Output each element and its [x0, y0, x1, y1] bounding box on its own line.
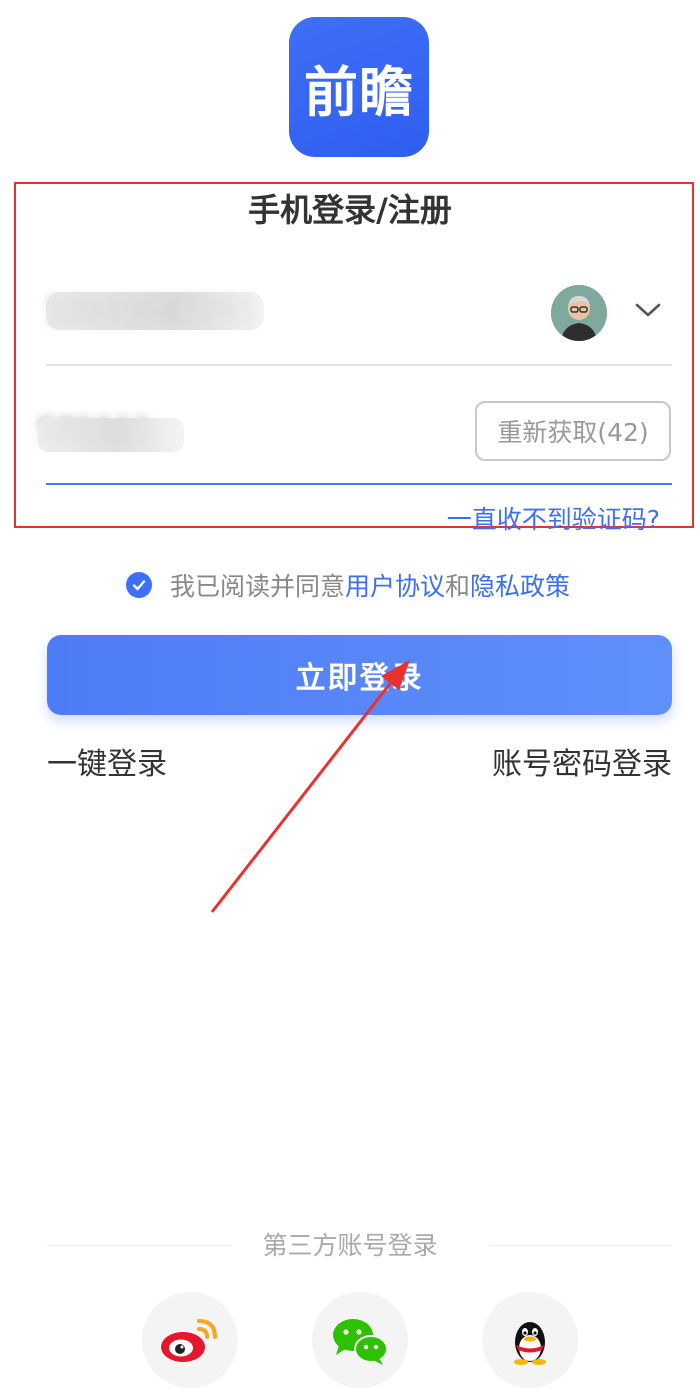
agreement-text: 我已阅读并同意 — [170, 572, 346, 601]
wechat-icon — [333, 1319, 388, 1365]
privacy-policy-link[interactable]: 隐私政策 — [470, 567, 570, 603]
agreement-checkbox[interactable] — [126, 572, 152, 598]
avatar-icon — [551, 285, 607, 341]
page-title: 手机登录/注册 — [248, 191, 452, 229]
wechat-login-button[interactable] — [312, 1292, 408, 1388]
one-click-login-link[interactable]: 一键登录 — [47, 744, 167, 786]
qq-login-button[interactable] — [482, 1292, 578, 1388]
resend-code-button[interactable]: 重新获取(42) — [475, 401, 671, 461]
no-code-link[interactable]: 一直收不到验证码? — [420, 503, 660, 537]
phone-blur-mask — [46, 292, 264, 330]
agreement-row: 我已阅读并同意 用户协议 和 隐私政策 — [126, 566, 570, 604]
password-login-link[interactable]: 账号密码登录 — [488, 744, 672, 786]
code-blur-mask — [38, 418, 184, 452]
app-logo: 前瞻 — [289, 17, 429, 157]
divider — [46, 364, 672, 366]
chevron-down-icon[interactable] — [634, 300, 662, 320]
annotation-highlight-box — [14, 182, 694, 528]
active-input-underline — [46, 483, 672, 485]
weibo-login-button[interactable] — [142, 1292, 238, 1388]
weibo-icon — [161, 1319, 217, 1362]
agreement-and-text: 和 — [445, 572, 471, 601]
login-button[interactable]: 立即登录 — [47, 635, 672, 715]
app-logo-text: 前瞻 — [304, 59, 414, 124]
avatar[interactable] — [551, 285, 607, 341]
user-agreement-link[interactable]: 用户协议 — [345, 567, 445, 603]
check-icon — [132, 580, 146, 591]
third-party-login-label: 第三方账号登录 — [262, 1231, 438, 1260]
qq-icon — [514, 1322, 546, 1365]
